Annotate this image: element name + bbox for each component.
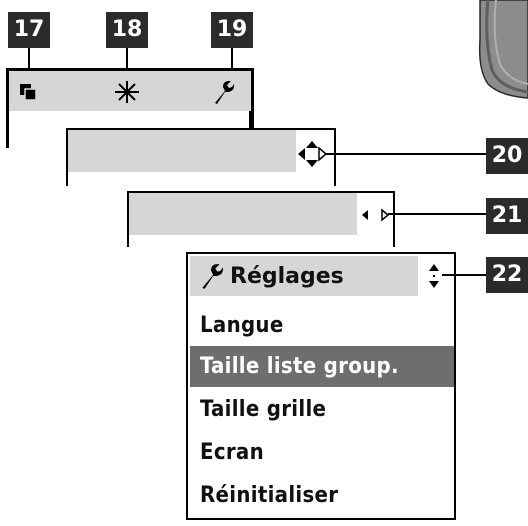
callout-20: 20 bbox=[486, 138, 528, 174]
menu-item-ecran[interactable]: Ecran bbox=[190, 432, 454, 473]
menu-item-taille-liste-group[interactable]: Taille liste group. bbox=[190, 346, 454, 387]
layers-icon[interactable] bbox=[18, 82, 38, 102]
leader-line-22 bbox=[442, 274, 486, 276]
navigator-bar bbox=[68, 130, 296, 172]
leader-line-21 bbox=[388, 213, 486, 215]
left-right-arrows-icon[interactable] bbox=[360, 204, 390, 226]
leader-line-20 bbox=[326, 153, 486, 155]
sparkle-icon[interactable] bbox=[113, 79, 141, 105]
callout-19: 19 bbox=[211, 12, 253, 48]
callout-21: 21 bbox=[486, 198, 528, 234]
menu-title: Réglages bbox=[230, 264, 344, 289]
menu-item-reinitialiser[interactable]: Réinitialiser bbox=[190, 475, 454, 516]
four-way-arrows-icon[interactable] bbox=[297, 140, 327, 168]
menu-item-taille-grille[interactable]: Taille grille bbox=[190, 389, 454, 430]
wrench-icon[interactable] bbox=[211, 79, 235, 105]
up-down-arrows-icon[interactable] bbox=[427, 262, 441, 290]
slider-bar bbox=[129, 193, 357, 235]
callout-17: 17 bbox=[8, 12, 50, 48]
wrench-icon bbox=[202, 264, 223, 289]
device-corner-graphic bbox=[478, 0, 528, 99]
callout-18: 18 bbox=[106, 12, 148, 48]
menu-item-langue[interactable]: Langue bbox=[190, 305, 454, 346]
callout-22: 22 bbox=[486, 257, 528, 293]
panel-edge bbox=[249, 111, 251, 129]
